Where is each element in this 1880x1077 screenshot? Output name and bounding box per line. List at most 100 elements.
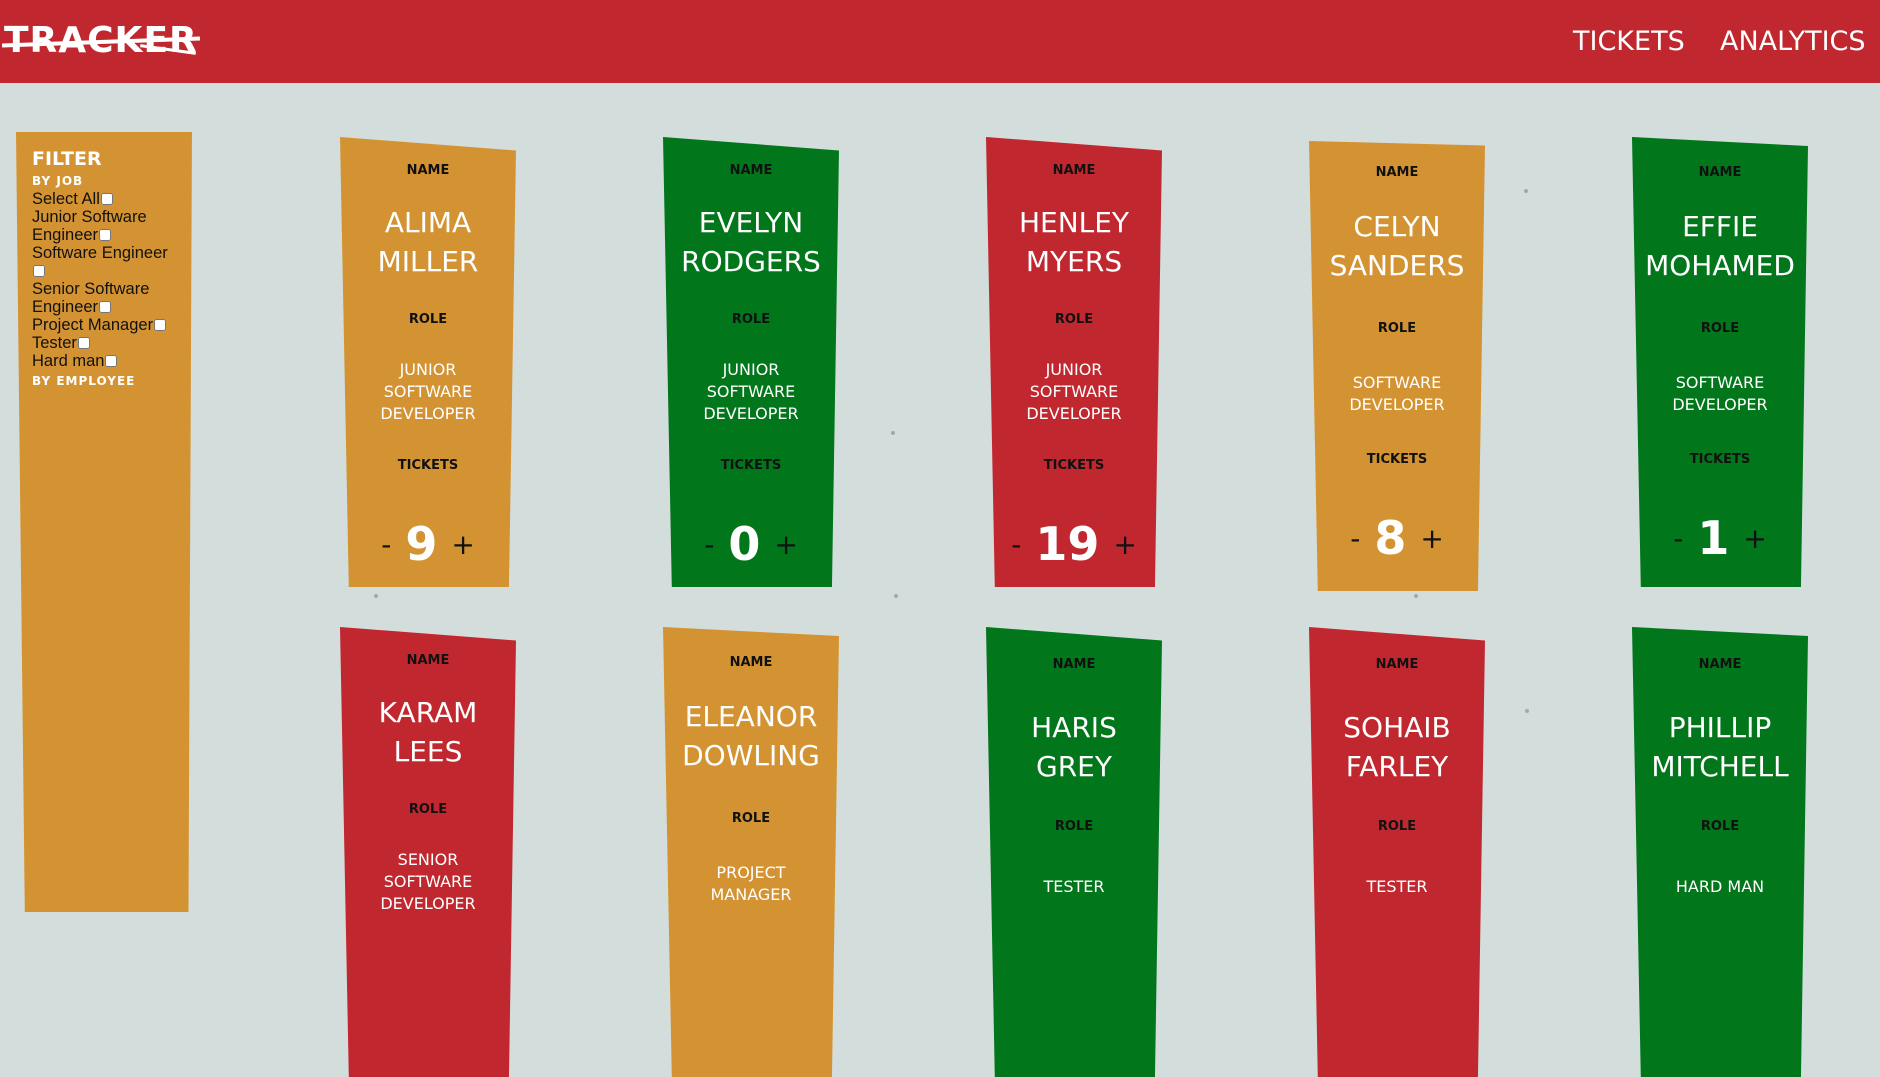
decrement-button[interactable]: - [1673, 522, 1683, 555]
project-manager-checkbox[interactable] [154, 319, 167, 331]
junior-software-engineer-checkbox[interactable] [99, 229, 112, 241]
employee-first-name: PHILLIP [1668, 711, 1772, 744]
ticket-counter: - 8 + [1309, 511, 1485, 565]
filter-option-label: Hard man [32, 352, 105, 370]
increment-button[interactable]: + [1743, 522, 1766, 555]
employee-role-line: SOFTWARE [1352, 373, 1442, 392]
filter-option-label: Tester [32, 334, 77, 352]
role-label: ROLE [408, 312, 448, 327]
employee-first-name: KARAM [378, 696, 478, 729]
ticket-counter: - 0 + [663, 517, 839, 571]
decrement-button[interactable]: - [381, 528, 391, 561]
role-label: ROLE [1700, 321, 1740, 336]
software-engineer-checkbox[interactable] [33, 265, 45, 277]
employee-role-line: DEVELOPER [1672, 395, 1768, 414]
decrement-button[interactable]: - [1011, 528, 1021, 561]
ticket-count: 0 [728, 517, 761, 571]
tickets-label: TICKETS [1043, 458, 1105, 473]
employee-card: NAME SOHAIB FARLEY ROLE TESTER [1309, 627, 1485, 1077]
filter-option-senior-software-engineer: Senior Software Engineer [32, 280, 182, 316]
ticket-counter: - 19 + [986, 517, 1162, 571]
name-label: NAME [1698, 165, 1742, 180]
ticket-count: 9 [405, 517, 438, 571]
employee-role-line: JUNIOR [722, 360, 780, 379]
employee-card: NAME ELEANOR DOWLING ROLE PROJECT MANAGE… [663, 627, 839, 1077]
employee-last-name: FARLEY [1345, 750, 1449, 783]
employee-card: NAME EVELYN RODGERS ROLE JUNIOR SOFTWARE… [663, 137, 839, 587]
employee-first-name: EFFIE [1682, 210, 1758, 243]
filter-option-label: Project Manager [32, 316, 154, 334]
employee-last-name: SANDERS [1329, 249, 1465, 282]
name-label: NAME [1375, 165, 1419, 180]
ticket-count: 19 [1035, 517, 1100, 571]
tester-checkbox[interactable] [77, 337, 90, 349]
senior-software-engineer-checkbox[interactable] [99, 301, 112, 313]
filter-option-project-manager: Project Manager [32, 316, 192, 334]
role-label: ROLE [1054, 819, 1094, 834]
tickets-label: TICKETS [397, 458, 459, 473]
employee-role-line: SOFTWARE [383, 872, 473, 891]
ticket-counter: - 1 + [1632, 511, 1808, 565]
employee-role-line: TESTER [1043, 877, 1105, 896]
name-label: NAME [729, 163, 773, 178]
select-all-checkbox[interactable] [100, 193, 113, 205]
employee-card: NAME HENLEY MYERS ROLE JUNIOR SOFTWARE D… [986, 137, 1162, 587]
employee-role-line: DEVELOPER [1026, 404, 1122, 423]
employee-last-name: MITCHELL [1651, 750, 1789, 783]
employee-role-line: PROJECT [716, 863, 786, 882]
filter-option-label: Junior Software Engineer [32, 208, 147, 244]
filter-option-label: Select All [32, 190, 100, 208]
role-label: ROLE [731, 811, 771, 826]
name-label: NAME [1698, 657, 1742, 672]
filter-option-junior-software-engineer: Junior Software Engineer [32, 208, 182, 244]
increment-button[interactable]: + [451, 528, 474, 561]
tickets-label: TICKETS [1366, 452, 1428, 467]
top-nav-bar: TRACKER TICKETS ANALYTICS [0, 0, 1880, 83]
employee-card: NAME ALIMA MILLER ROLE JUNIOR SOFTWARE D… [340, 137, 516, 587]
employee-role-line: SOFTWARE [383, 382, 473, 401]
nav-analytics-link[interactable]: ANALYTICS [1720, 26, 1866, 57]
filter-panel: FILTER BY JOB Select All Junior Software… [16, 132, 192, 912]
employee-first-name: SOHAIB [1343, 711, 1451, 744]
nav-tickets-link[interactable]: TICKETS [1573, 26, 1685, 57]
employee-card: NAME HARIS GREY ROLE TESTER [986, 627, 1162, 1077]
role-label: ROLE [731, 312, 771, 327]
employee-role-line: DEVELOPER [703, 404, 799, 423]
employee-role-line: DEVELOPER [1349, 395, 1445, 414]
employee-first-name: ELEANOR [684, 700, 818, 733]
increment-button[interactable]: + [774, 528, 797, 561]
employee-first-name: EVELYN [698, 206, 804, 239]
name-label: NAME [1375, 657, 1419, 672]
employee-role-line: SOFTWARE [706, 382, 796, 401]
role-label: ROLE [1377, 321, 1417, 336]
employee-last-name: DOWLING [682, 739, 820, 772]
filter-option-software-engineer: Software Engineer [32, 244, 182, 280]
increment-button[interactable]: + [1420, 522, 1443, 555]
ticket-counter: - 9 + [340, 517, 516, 571]
ticket-count: 1 [1697, 511, 1730, 565]
decrement-button[interactable]: - [704, 528, 714, 561]
ticket-count: 8 [1374, 511, 1407, 565]
employee-last-name: MYERS [1025, 245, 1123, 278]
decrement-button[interactable]: - [1350, 522, 1360, 555]
filter-option-hard-man: Hard man [32, 352, 182, 370]
filter-title: FILTER [32, 148, 102, 170]
employee-last-name: MOHAMED [1645, 249, 1795, 282]
increment-button[interactable]: + [1113, 528, 1136, 561]
employee-role-line: HARD MAN [1675, 877, 1765, 896]
employee-role-line: JUNIOR [399, 360, 457, 379]
employee-card: NAME PHILLIP MITCHELL ROLE HARD MAN [1632, 627, 1808, 1077]
hard-man-checkbox[interactable] [105, 355, 118, 367]
role-label: ROLE [1054, 312, 1094, 327]
name-label: NAME [1052, 163, 1096, 178]
tickets-label: TICKETS [720, 458, 782, 473]
employee-role-line: SOFTWARE [1675, 373, 1765, 392]
employee-first-name: HARIS [1031, 711, 1117, 744]
role-label: ROLE [408, 802, 448, 817]
employee-role-line: MANAGER [710, 885, 792, 904]
employee-first-name: ALIMA [384, 206, 472, 239]
filter-option-select-all: Select All [32, 190, 182, 208]
role-label: ROLE [1377, 819, 1417, 834]
employee-card: NAME KARAM LEES ROLE SENIOR SOFTWARE DEV… [340, 627, 516, 1077]
role-label: ROLE [1700, 819, 1740, 834]
